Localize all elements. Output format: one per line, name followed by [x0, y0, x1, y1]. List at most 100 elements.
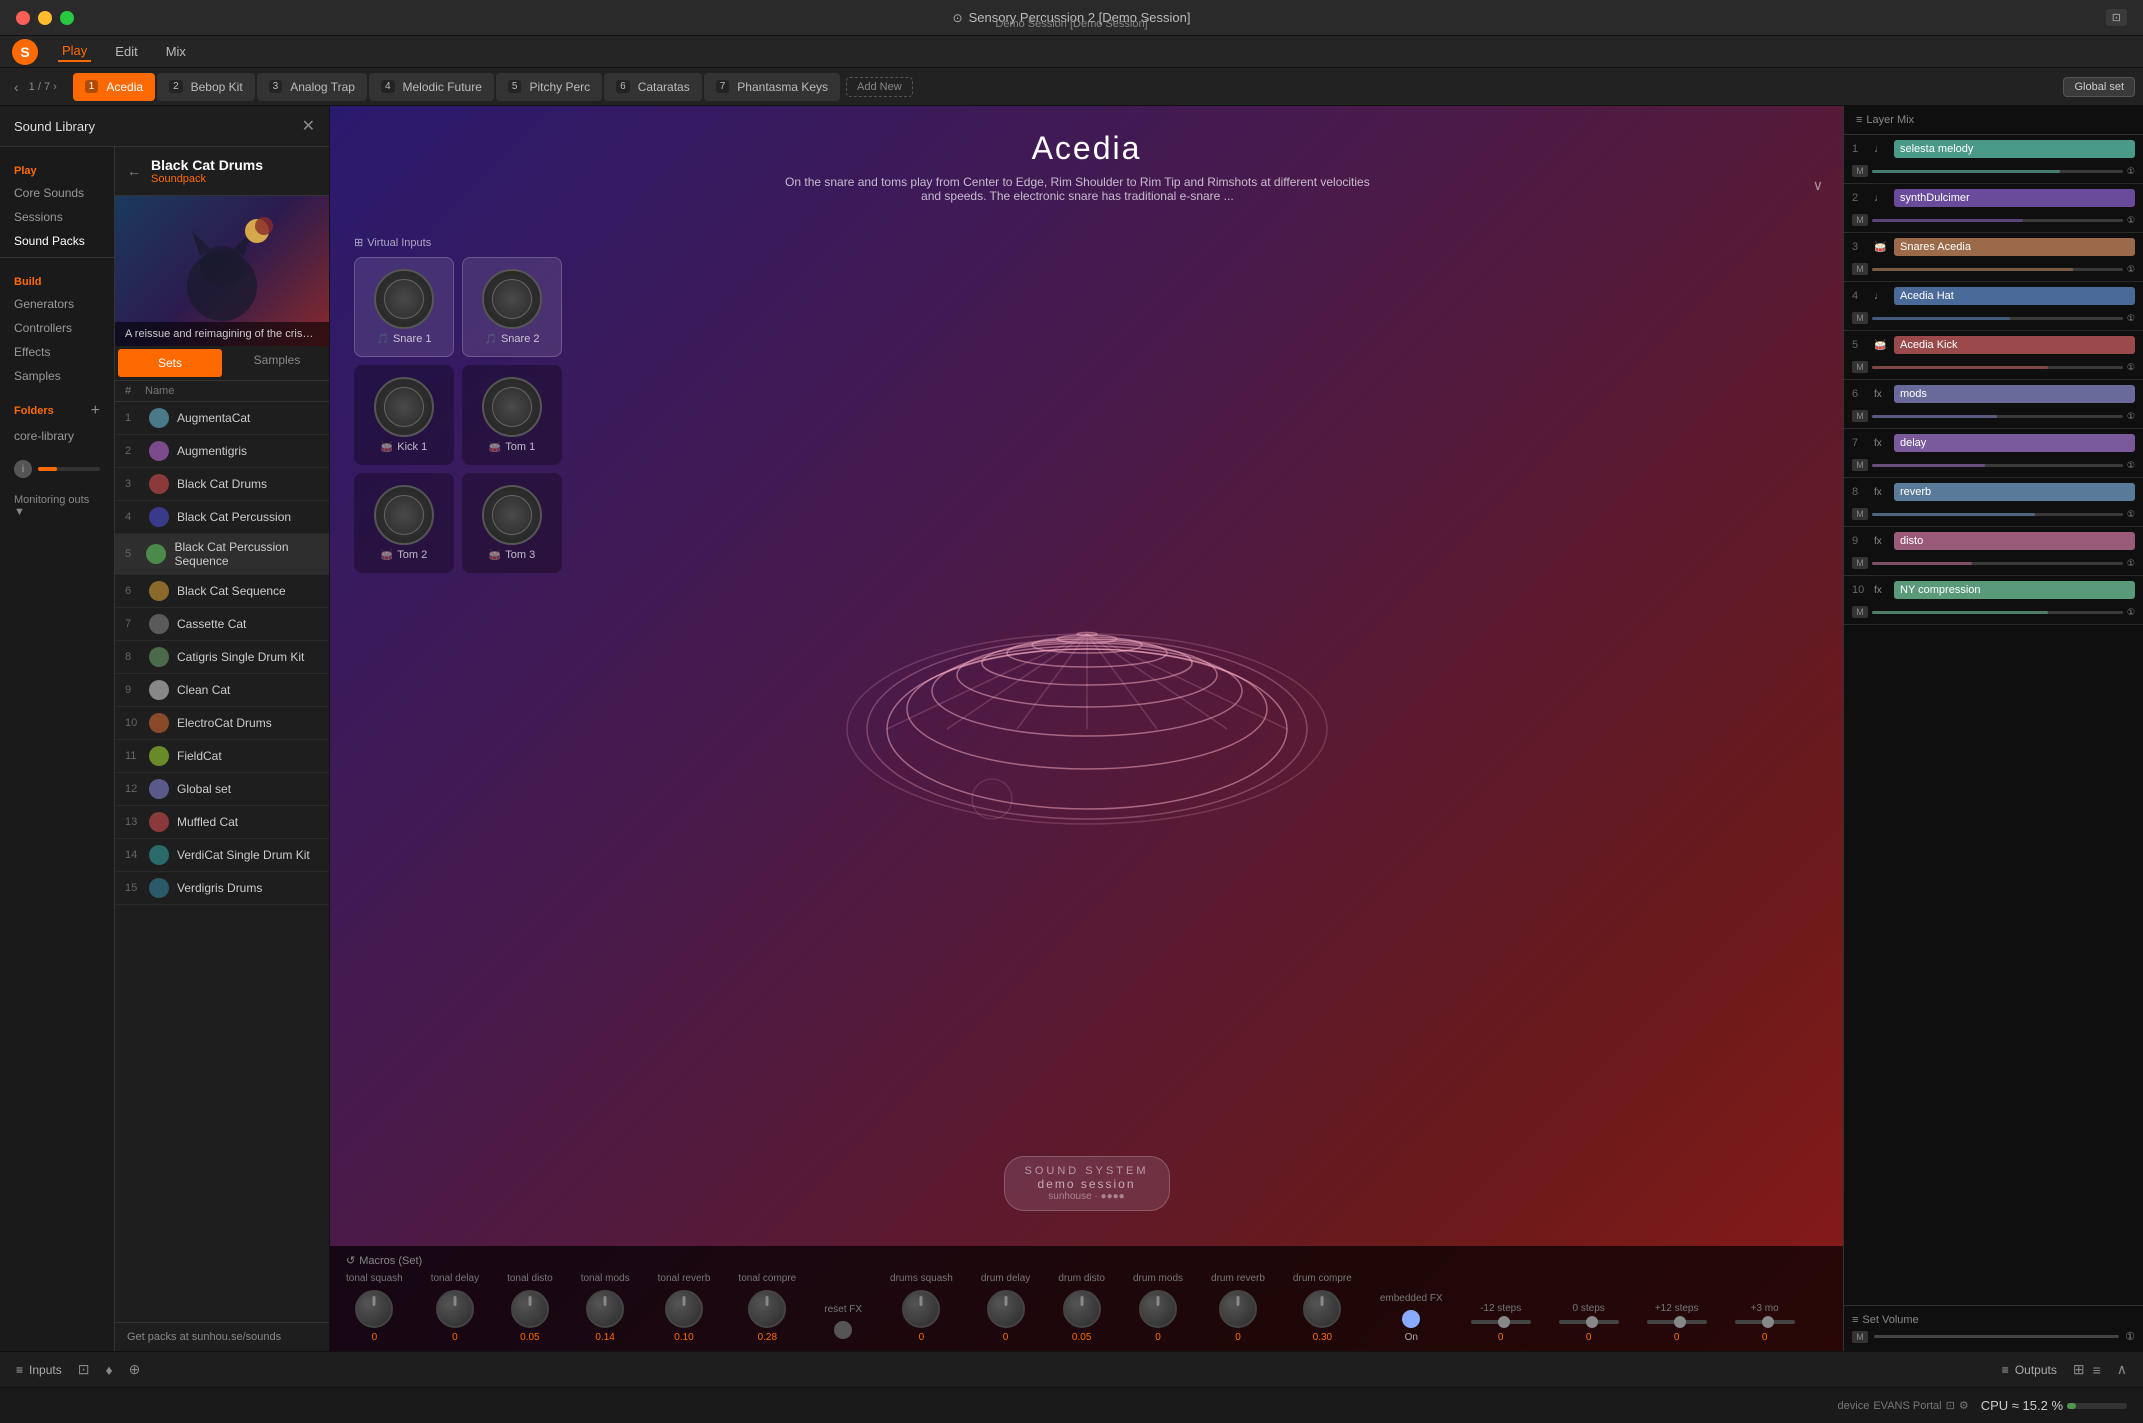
macro-knob-dial[interactable] [665, 1290, 703, 1328]
settings-icon[interactable]: ⚙ [1959, 1399, 1969, 1412]
layer-fader[interactable] [1872, 317, 2123, 320]
pack-list-item[interactable]: 1 AugmentaCat [115, 402, 329, 435]
layer-name-bar[interactable]: selesta melody [1894, 140, 2135, 158]
sidebar-item-sessions[interactable]: Sessions [0, 205, 114, 229]
vi-tom2[interactable]: 🥁 Tom 2 [354, 473, 454, 573]
layer-fader[interactable] [1872, 170, 2123, 173]
sidebar-item-samples[interactable]: Samples [0, 364, 114, 388]
macro-slider[interactable] [1471, 1320, 1531, 1324]
layer-name-bar[interactable]: reverb [1894, 483, 2135, 501]
pack-list-item[interactable]: 14 VerdiCat Single Drum Kit [115, 839, 329, 872]
tab-bebop[interactable]: 2 Bebop Kit [157, 73, 255, 101]
vi-snare2[interactable]: 🎵 Snare 2 [462, 257, 562, 357]
macro-knob-dial[interactable] [1303, 1290, 1341, 1328]
pack-list-item[interactable]: 9 Clean Cat [115, 674, 329, 707]
layer-fader[interactable] [1872, 513, 2123, 516]
set-volume-fader[interactable] [1874, 1335, 2119, 1338]
macro-knob-dial[interactable] [902, 1290, 940, 1328]
pack-list-item[interactable]: 5 Black Cat Percussion Sequence [115, 534, 329, 575]
layer-name-bar[interactable]: Acedia Kick [1894, 336, 2135, 354]
sidebar-item-effects[interactable]: Effects [0, 340, 114, 364]
sidebar-item-generators[interactable]: Generators [0, 292, 114, 316]
vi-kick1[interactable]: 🥁 Kick 1 [354, 365, 454, 465]
collapse-button[interactable]: ∧ [2117, 1361, 2127, 1378]
macro-slider[interactable] [1559, 1320, 1619, 1324]
macro-knob-dial[interactable] [987, 1290, 1025, 1328]
layer-m-button[interactable]: M [1852, 263, 1868, 275]
macro-knob-dial[interactable] [748, 1290, 786, 1328]
layer-fader[interactable] [1872, 268, 2123, 271]
macro-knob-dial[interactable] [1063, 1290, 1101, 1328]
bottom-icon-1[interactable]: ⊡ [78, 1361, 90, 1378]
pack-back-button[interactable]: ← [127, 163, 141, 179]
bottom-icon-2[interactable]: ♦ [105, 1362, 112, 1378]
monitoring-outs[interactable]: Monitoring outs ▼ [0, 490, 114, 522]
layer-m-button[interactable]: M [1852, 410, 1868, 422]
pack-list-item[interactable]: 3 Black Cat Drums [115, 468, 329, 501]
pack-list-item[interactable]: 8 Catigris Single Drum Kit [115, 641, 329, 674]
layer-name-bar[interactable]: NY compression [1894, 581, 2135, 599]
layer-name-bar[interactable]: Snares Acedia [1894, 238, 2135, 256]
window-resize-button[interactable]: ⊡ [2106, 9, 2127, 26]
set-vol-m-button[interactable]: M [1852, 1331, 1868, 1343]
macro-slider[interactable] [1735, 1320, 1795, 1324]
tab-nav-left[interactable]: ‹ [8, 79, 25, 95]
vi-tom3[interactable]: 🥁 Tom 3 [462, 473, 562, 573]
layer-m-button[interactable]: M [1852, 606, 1868, 618]
menu-play[interactable]: Play [58, 41, 91, 62]
layer-fader[interactable] [1872, 611, 2123, 614]
macro-knob-dial[interactable] [1139, 1290, 1177, 1328]
pack-list-item[interactable]: 2 Augmentigris [115, 435, 329, 468]
layer-fader[interactable] [1872, 219, 2123, 222]
vi-snare1[interactable]: 🎵 Snare 1 [354, 257, 454, 357]
tab-analog[interactable]: 3 Analog Trap [257, 73, 367, 101]
tab-cataratas[interactable]: 6 Cataratas [604, 73, 702, 101]
sidebar-item-controllers[interactable]: Controllers [0, 316, 114, 340]
layer-name-bar[interactable]: mods [1894, 385, 2135, 403]
layer-fader[interactable] [1872, 464, 2123, 467]
minimize-button[interactable] [38, 11, 52, 25]
layer-m-button[interactable]: M [1852, 312, 1868, 324]
macro-knob-dial[interactable] [586, 1290, 624, 1328]
tab-phantasma[interactable]: 7 Phantasma Keys [704, 73, 840, 101]
menu-mix[interactable]: Mix [162, 42, 190, 61]
macro-led[interactable] [834, 1321, 852, 1339]
layer-m-button[interactable]: M [1852, 165, 1868, 177]
pack-list-item[interactable]: 4 Black Cat Percussion [115, 501, 329, 534]
sidebar-item-core-sounds[interactable]: Core Sounds [0, 181, 114, 205]
inputs-button[interactable]: ≡ Inputs [16, 1363, 62, 1377]
outputs-button[interactable]: ≡ Outputs [2002, 1363, 2057, 1377]
pack-list-item[interactable]: 11 FieldCat [115, 740, 329, 773]
bottom-icon-3[interactable]: ⊕ [129, 1361, 141, 1378]
pack-list-item[interactable]: 6 Black Cat Sequence [115, 575, 329, 608]
tab-acedia[interactable]: 1 Acedia [73, 73, 155, 101]
layer-name-bar[interactable]: synthDulcimer [1894, 189, 2135, 207]
macro-led[interactable] [1402, 1310, 1420, 1328]
layer-m-button[interactable]: M [1852, 459, 1868, 471]
layer-name-bar[interactable]: disto [1894, 532, 2135, 550]
pack-tab-sets[interactable]: Sets [118, 349, 222, 377]
pack-list-item[interactable]: 15 Verdigris Drums [115, 872, 329, 905]
library-close-button[interactable]: ✕ [302, 116, 315, 136]
macro-knob-dial[interactable] [436, 1290, 474, 1328]
layer-fader[interactable] [1872, 562, 2123, 565]
nav-folders-add-button[interactable]: + [91, 402, 100, 420]
close-button[interactable] [16, 11, 30, 25]
layer-m-button[interactable]: M [1852, 214, 1868, 226]
vi-tom1[interactable]: 🥁 Tom 1 [462, 365, 562, 465]
layer-m-button[interactable]: M [1852, 508, 1868, 520]
tab-melodic[interactable]: 4 Melodic Future [369, 73, 494, 101]
macro-slider[interactable] [1647, 1320, 1707, 1324]
pack-list-item[interactable]: 13 Muffled Cat [115, 806, 329, 839]
pack-list-item[interactable]: 7 Cassette Cat [115, 608, 329, 641]
layer-name-bar[interactable]: delay [1894, 434, 2135, 452]
macro-knob-dial[interactable] [511, 1290, 549, 1328]
grid-view-button[interactable]: ⊞ [2073, 1361, 2085, 1378]
layer-fader[interactable] [1872, 415, 2123, 418]
layer-fader[interactable] [1872, 366, 2123, 369]
macro-knob-dial[interactable] [355, 1290, 393, 1328]
pack-list-item[interactable]: 12 Global set [115, 773, 329, 806]
layer-name-bar[interactable]: Acedia Hat [1894, 287, 2135, 305]
pack-tab-samples[interactable]: Samples [225, 346, 329, 380]
menu-edit[interactable]: Edit [111, 42, 141, 61]
